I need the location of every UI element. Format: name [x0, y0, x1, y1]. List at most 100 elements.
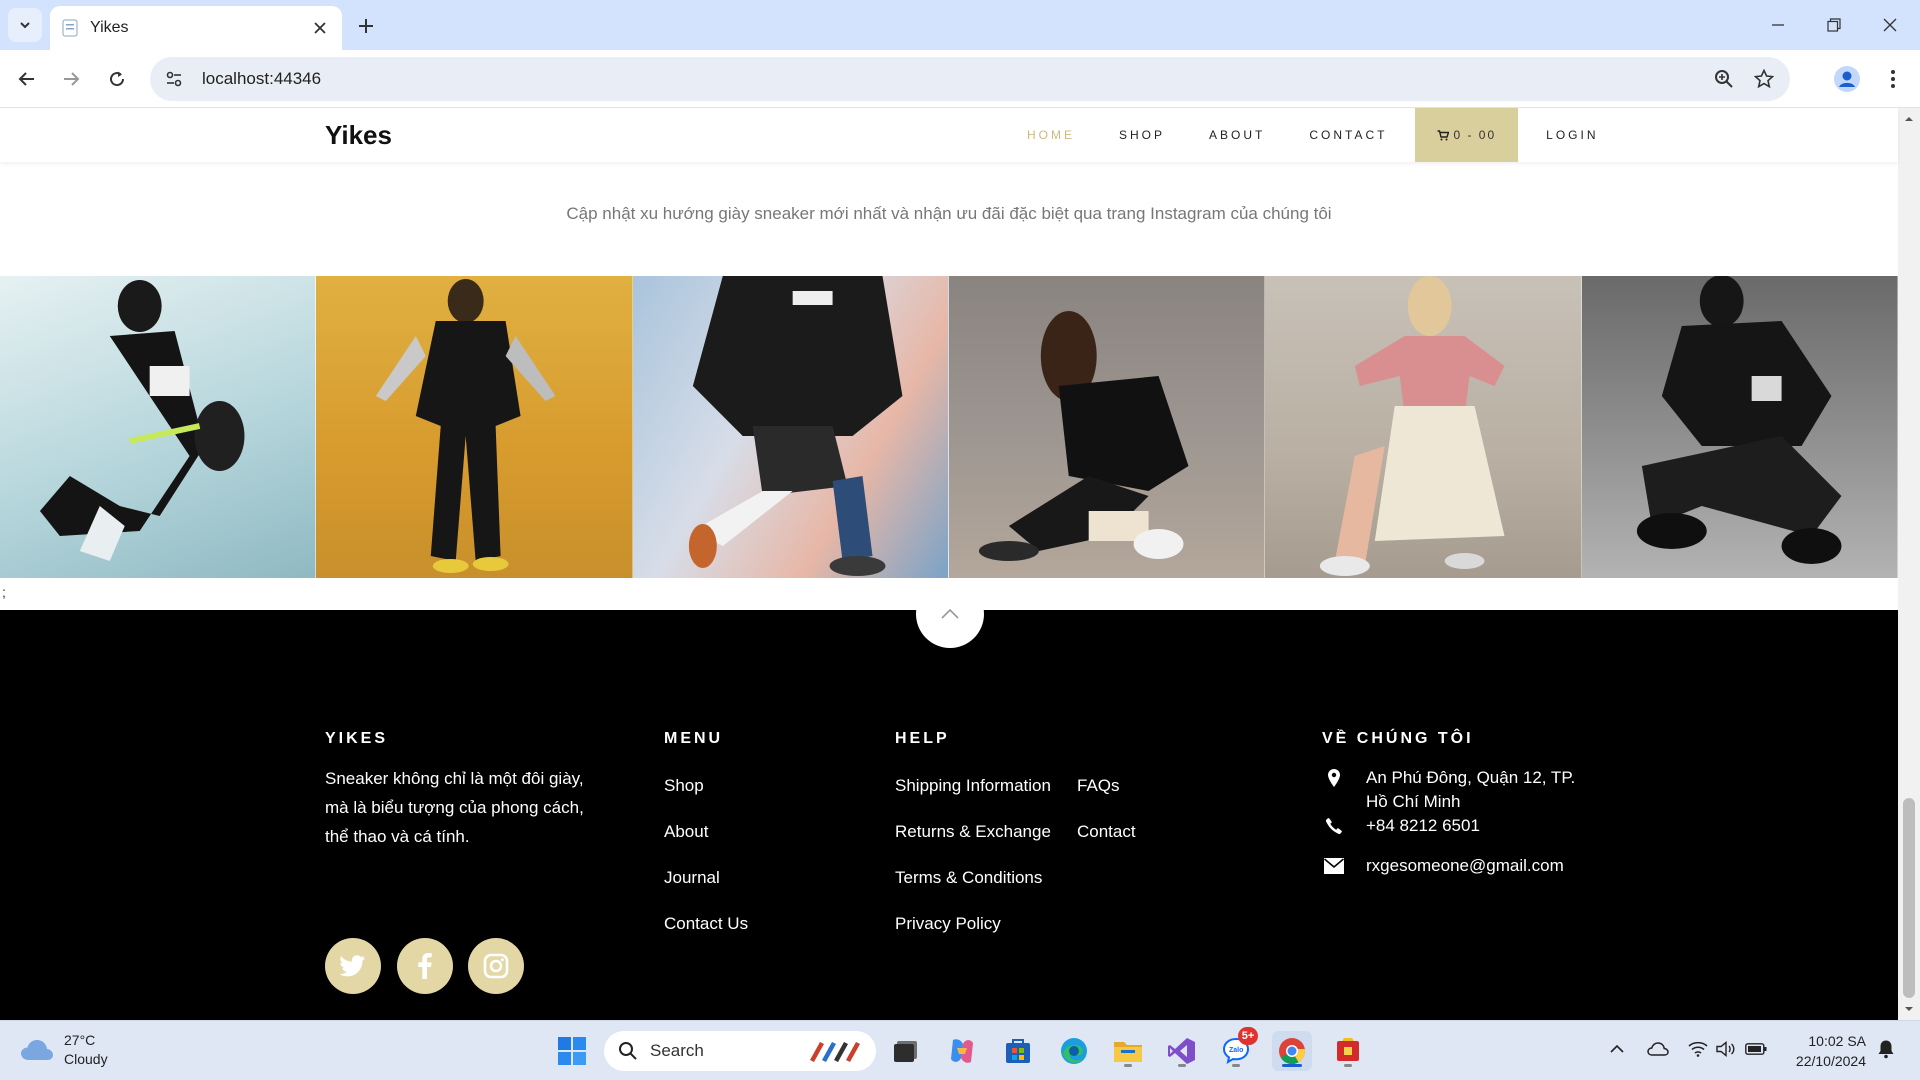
battery-button[interactable] [1742, 1035, 1770, 1063]
running-indicator [1124, 1064, 1132, 1067]
file-explorer-app[interactable] [1108, 1031, 1148, 1071]
footer-link-shipping[interactable]: Shipping Information [895, 776, 1051, 796]
instagram-photo[interactable] [1265, 276, 1582, 578]
red-app[interactable] [1328, 1031, 1368, 1071]
new-tab-button[interactable] [352, 12, 380, 40]
taskbar-clock[interactable]: 10:02 SA 22/10/2024 [1784, 1031, 1866, 1071]
nav-home[interactable]: HOME [1027, 128, 1075, 142]
task-view-button[interactable] [886, 1031, 926, 1071]
zoom-icon[interactable] [1704, 59, 1744, 99]
footer-link-returns[interactable]: Returns & Exchange [895, 822, 1051, 842]
chevron-up-icon [941, 609, 959, 619]
reload-icon [110, 71, 125, 87]
close-window-button[interactable] [1862, 0, 1918, 50]
visual-studio-app[interactable] [1162, 1031, 1202, 1071]
bookmark-star-icon[interactable] [1744, 59, 1784, 99]
tab-search-button[interactable] [8, 8, 42, 42]
footer-link-contact-us[interactable]: Contact Us [664, 914, 748, 934]
taskbar-search[interactable]: Search [604, 1031, 876, 1071]
more-vertical-icon [1891, 70, 1895, 88]
profile-button[interactable] [1828, 60, 1866, 98]
svg-text:Zalo: Zalo [1229, 1047, 1243, 1054]
onedrive-button[interactable] [1644, 1035, 1672, 1063]
volume-button[interactable] [1712, 1035, 1740, 1063]
footer-link-faqs[interactable]: FAQs [1077, 776, 1120, 796]
site-settings-icon[interactable] [154, 59, 194, 99]
twitter-button[interactable] [325, 938, 381, 994]
nav-about[interactable]: ABOUT [1209, 128, 1265, 142]
back-to-top-button[interactable] [916, 580, 984, 648]
footer-link-contact[interactable]: Contact [1077, 822, 1136, 842]
microsoft-store-app[interactable] [998, 1031, 1038, 1071]
instagram-photo[interactable] [316, 276, 633, 578]
footer-link-terms[interactable]: Terms & Conditions [895, 868, 1042, 888]
instagram-icon [483, 953, 509, 979]
email-address[interactable]: rxgesomeone@gmail.com [1366, 854, 1564, 878]
cart-button[interactable]: 0 - 00 [1415, 108, 1519, 162]
tab-title: Yikes [90, 19, 129, 36]
footer-about-line: Sneaker không chỉ là một đôi giày, [325, 769, 584, 788]
footer-link-journal[interactable]: Journal [664, 868, 720, 888]
phone-icon [1322, 814, 1346, 838]
url-text[interactable]: localhost:44346 [202, 69, 1704, 89]
address-bar[interactable]: localhost:44346 [150, 57, 1790, 101]
onedrive-cloud-icon [1647, 1042, 1669, 1056]
map-pin-icon [1322, 766, 1346, 790]
copilot-app[interactable] [942, 1031, 982, 1071]
wifi-button[interactable] [1684, 1035, 1712, 1063]
active-indicator [1282, 1064, 1302, 1067]
back-button[interactable] [8, 60, 46, 98]
footer-link-shop[interactable]: Shop [664, 776, 704, 796]
footer-about-line: mà là biểu tượng của phong cách, [325, 798, 584, 817]
browser-tab-strip: Yikes [0, 0, 1920, 50]
cart-icon [1437, 129, 1450, 140]
phone-number[interactable]: +84 8212 6501 [1366, 814, 1480, 838]
restore-button[interactable] [1806, 0, 1862, 50]
instagram-photo[interactable] [632, 276, 949, 578]
chrome-app[interactable] [1272, 1031, 1312, 1071]
scrollbar-thumb[interactable] [1903, 798, 1915, 998]
instagram-photo[interactable] [948, 276, 1266, 578]
reload-button[interactable] [98, 60, 136, 98]
facebook-button[interactable] [397, 938, 453, 994]
bell-icon [1878, 1040, 1894, 1059]
footer-help-title: HELP [895, 730, 950, 747]
app-icon [1337, 1038, 1359, 1061]
browser-menu-button[interactable] [1874, 60, 1912, 98]
browser-tab[interactable]: Yikes [50, 6, 342, 50]
footer-link-privacy[interactable]: Privacy Policy [895, 914, 1001, 934]
zalo-app[interactable]: Zalo 5+ [1216, 1027, 1258, 1071]
instagram-photo[interactable] [0, 276, 317, 578]
close-icon [1883, 18, 1897, 32]
nav-login[interactable]: LOGIN [1546, 128, 1598, 142]
close-tab-button[interactable] [310, 18, 330, 38]
battery-icon [1745, 1043, 1767, 1055]
instagram-photo[interactable] [1581, 276, 1898, 578]
page-scrollbar[interactable] [1898, 108, 1920, 1020]
minimize-button[interactable] [1750, 0, 1806, 50]
twitter-icon [340, 955, 365, 977]
scroll-down-arrow-icon[interactable] [1904, 1004, 1914, 1014]
page-icon [62, 19, 78, 37]
footer-link-about[interactable]: About [664, 822, 708, 842]
weather-widget[interactable]: 27°C Cloudy [20, 1031, 108, 1069]
nav-contact[interactable]: CONTACT [1309, 128, 1387, 142]
instagram-button[interactable] [468, 938, 524, 994]
address-line: An Phú Đông, Quận 12, TP. [1366, 768, 1576, 787]
clock-time: 10:02 SA [1808, 1033, 1866, 1049]
weather-temperature: 27°C [64, 1032, 96, 1048]
running-indicator [1178, 1064, 1186, 1067]
wifi-icon [1688, 1041, 1708, 1057]
edge-app[interactable] [1054, 1031, 1094, 1071]
start-button[interactable] [552, 1031, 592, 1071]
footer-about-us-title: VỀ CHÚNG TÔI [1322, 730, 1474, 747]
forward-button[interactable] [52, 60, 90, 98]
visual-studio-icon [1168, 1038, 1195, 1064]
site-logo[interactable]: Yikes [325, 120, 392, 151]
arrow-right-icon [64, 72, 80, 86]
notifications-button[interactable] [1872, 1035, 1900, 1063]
show-hidden-icons-button[interactable] [1603, 1035, 1631, 1063]
nav-shop[interactable]: SHOP [1119, 128, 1165, 142]
stray-text: ; [2, 584, 6, 600]
scroll-up-arrow-icon[interactable] [1904, 114, 1914, 124]
